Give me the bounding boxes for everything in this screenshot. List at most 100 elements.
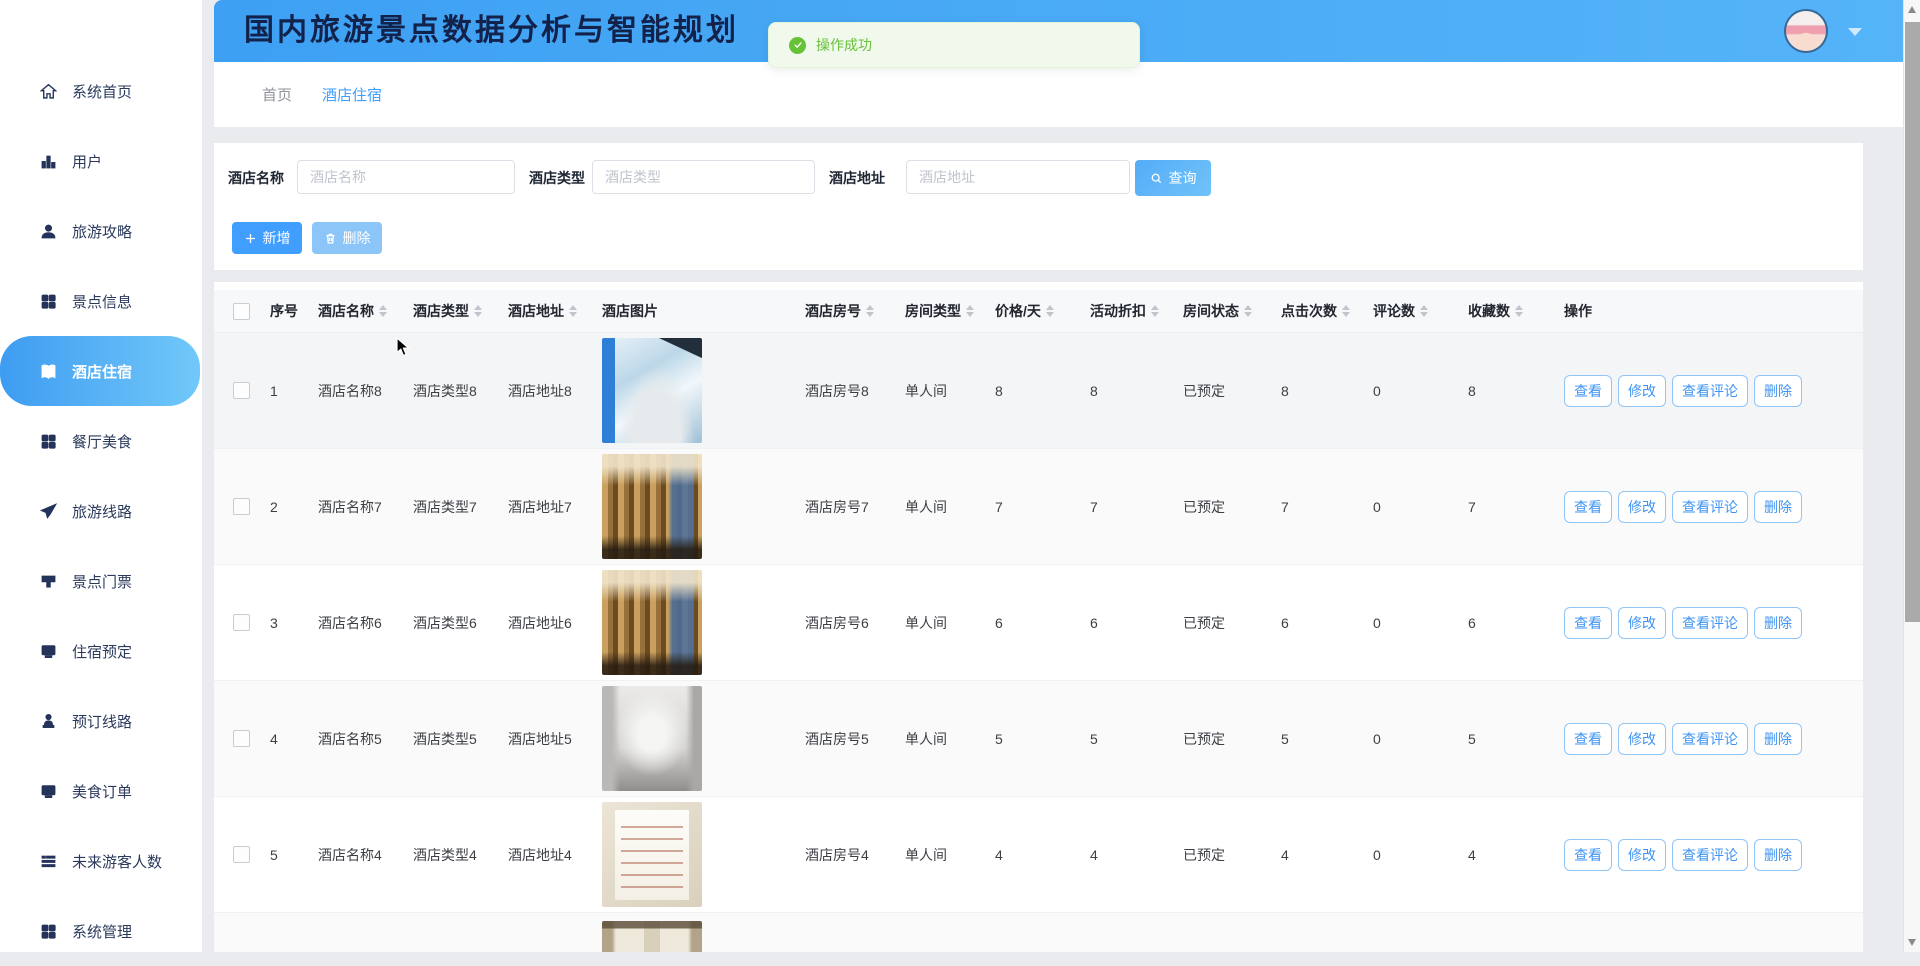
view-comments-button[interactable]: 查看评论 <box>1672 491 1748 523</box>
row-checkbox[interactable] <box>233 730 250 747</box>
tab-hotels[interactable]: 酒店住宿 <box>322 84 382 105</box>
scroll-up-icon[interactable] <box>1908 6 1916 13</box>
column-label: 序号 <box>270 301 298 321</box>
row-checkbox[interactable] <box>233 846 250 863</box>
column-header-room_type[interactable]: 房间类型 <box>895 301 985 321</box>
sort-carets-icon[interactable] <box>1515 305 1523 317</box>
view-comments-button[interactable]: 查看评论 <box>1672 607 1748 639</box>
view-button[interactable]: 查看 <box>1564 607 1612 639</box>
sidebar-item-food-orders[interactable]: 美食订单 <box>0 756 202 826</box>
column-header-discount[interactable]: 活动折扣 <box>1080 301 1173 321</box>
sort-carets-icon[interactable] <box>569 305 577 317</box>
delete-row-button[interactable]: 删除 <box>1754 839 1802 871</box>
sidebar-item-future-visitors[interactable]: 未来游客人数 <box>0 826 202 896</box>
tab-home[interactable]: 首页 <box>262 84 292 105</box>
view-button[interactable]: 查看 <box>1564 491 1612 523</box>
sidebar-item-users[interactable]: 用户 <box>0 126 202 196</box>
add-button[interactable]: 新增 <box>232 222 302 254</box>
sidebar-item-travel-guides[interactable]: 旅游攻略 <box>0 196 202 266</box>
view-comments-button[interactable]: 查看评论 <box>1672 839 1748 871</box>
sort-carets-icon[interactable] <box>1420 305 1428 317</box>
column-header-status[interactable]: 房间状态 <box>1173 301 1271 321</box>
hotel-address-input[interactable] <box>906 160 1130 194</box>
column-header-image: 酒店图片 <box>592 301 795 321</box>
table-row[interactable]: 4酒店名称5酒店类型5酒店地址5酒店房号5单人间55已预定505查看修改查看评论… <box>214 681 1863 797</box>
sort-carets-icon[interactable] <box>474 305 482 317</box>
cell-clicks: 5 <box>1271 731 1363 747</box>
view-button[interactable]: 查看 <box>1564 375 1612 407</box>
select-all-checkbox[interactable] <box>233 303 250 320</box>
sort-carets-icon[interactable] <box>1244 305 1252 317</box>
hotel-photo-elevator-hall <box>602 921 702 952</box>
table-row-partial[interactable]: 查看修改查看评论删除 <box>214 913 1863 952</box>
view-button[interactable]: 查看 <box>1564 723 1612 755</box>
delete-row-button[interactable]: 删除 <box>1754 607 1802 639</box>
view-comments-button[interactable]: 查看评论 <box>1672 723 1748 755</box>
edit-button[interactable]: 修改 <box>1618 839 1666 871</box>
sort-carets-icon[interactable] <box>966 305 974 317</box>
sort-carets-icon[interactable] <box>1046 305 1054 317</box>
scroll-down-icon[interactable] <box>1908 939 1916 946</box>
chevron-down-icon[interactable] <box>1848 28 1862 36</box>
sidebar-item-home[interactable]: 系统首页 <box>0 56 202 126</box>
sidebar-item-hotels[interactable]: 酒店住宿 <box>0 336 200 406</box>
row-checkbox[interactable] <box>233 382 250 399</box>
sidebar-item-tickets[interactable]: 景点门票 <box>0 546 202 616</box>
sort-carets-icon[interactable] <box>1151 305 1159 317</box>
sidebar-item-attractions[interactable]: 景点信息 <box>0 266 202 336</box>
column-header-favorites[interactable]: 收藏数 <box>1458 301 1554 321</box>
user-avatar[interactable] <box>1786 11 1826 51</box>
view-comments-button[interactable]: 查看评论 <box>1672 375 1748 407</box>
row-checkbox-cell <box>214 846 250 863</box>
table-row[interactable]: 5酒店名称4酒店类型4酒店地址4酒店房号4单人间44已预定404查看修改查看评论… <box>214 797 1863 913</box>
cell-favorites: 5 <box>1458 731 1554 747</box>
hotel-name-input[interactable] <box>297 160 515 194</box>
tab-bar: 首页 酒店住宿 <box>214 62 1903 127</box>
column-header-type[interactable]: 酒店类型 <box>403 301 498 321</box>
edit-button[interactable]: 修改 <box>1618 375 1666 407</box>
sort-carets-icon[interactable] <box>379 305 387 317</box>
row-checkbox[interactable] <box>233 614 250 631</box>
sidebar-item-travel-routes[interactable]: 旅游线路 <box>0 476 202 546</box>
column-header-price[interactable]: 价格/天 <box>985 301 1080 321</box>
table-row[interactable]: 1酒店名称8酒店类型8酒店地址8酒店房号8单人间88已预定808查看修改查看评论… <box>214 333 1863 449</box>
sidebar-item-route-booking[interactable]: 预订线路 <box>0 686 202 756</box>
edit-button[interactable]: 修改 <box>1618 491 1666 523</box>
column-header-comments[interactable]: 评论数 <box>1363 301 1458 321</box>
cell-price: 7 <box>985 499 1080 515</box>
delete-row-button[interactable]: 删除 <box>1754 723 1802 755</box>
cell-clicks: 8 <box>1271 383 1363 399</box>
hotel-type-input[interactable] <box>592 160 815 194</box>
column-header-name[interactable]: 酒店名称 <box>308 301 403 321</box>
column-header-room_no[interactable]: 酒店房号 <box>795 301 895 321</box>
cell-clicks: 6 <box>1271 615 1363 631</box>
vertical-scrollbar[interactable] <box>1903 0 1920 952</box>
sidebar-item-label: 景点门票 <box>72 571 132 592</box>
table-row[interactable]: 2酒店名称7酒店类型7酒店地址7酒店房号7单人间77已预定707查看修改查看评论… <box>214 449 1863 565</box>
sort-carets-icon[interactable] <box>1342 305 1350 317</box>
hotel-photo-white-corridor <box>602 686 702 791</box>
edit-button[interactable]: 修改 <box>1618 723 1666 755</box>
sort-carets-icon[interactable] <box>866 305 874 317</box>
cell-room-no: 酒店房号7 <box>795 497 895 517</box>
cell-status: 已预定 <box>1173 845 1271 865</box>
delete-row-button[interactable]: 删除 <box>1754 491 1802 523</box>
column-header-address[interactable]: 酒店地址 <box>498 301 592 321</box>
row-checkbox[interactable] <box>233 498 250 515</box>
view-button[interactable]: 查看 <box>1564 839 1612 871</box>
edit-button[interactable]: 修改 <box>1618 607 1666 639</box>
row-checkbox-cell <box>214 382 250 399</box>
delete-row-button[interactable]: 删除 <box>1754 375 1802 407</box>
sidebar-item-lodging-booking[interactable]: 住宿预定 <box>0 616 202 686</box>
sidebar-item-system-admin[interactable]: 系统管理 <box>0 896 202 966</box>
hotel-photo-gold-atrium-lobby <box>602 454 702 559</box>
sidebar-item-restaurants[interactable]: 餐厅美食 <box>0 406 202 476</box>
query-button[interactable]: 查询 <box>1135 160 1211 196</box>
table-row[interactable]: 3酒店名称6酒店类型6酒店地址6酒店房号6单人间66已预定606查看修改查看评论… <box>214 565 1863 681</box>
delete-button[interactable]: 删除 <box>312 222 382 254</box>
cell-room-type: 单人间 <box>895 845 985 865</box>
cell-room-type: 单人间 <box>895 729 985 749</box>
column-header-clicks[interactable]: 点击次数 <box>1271 301 1363 321</box>
sidebar-item-label: 未来游客人数 <box>72 851 162 872</box>
scrollbar-thumb[interactable] <box>1905 22 1920 622</box>
